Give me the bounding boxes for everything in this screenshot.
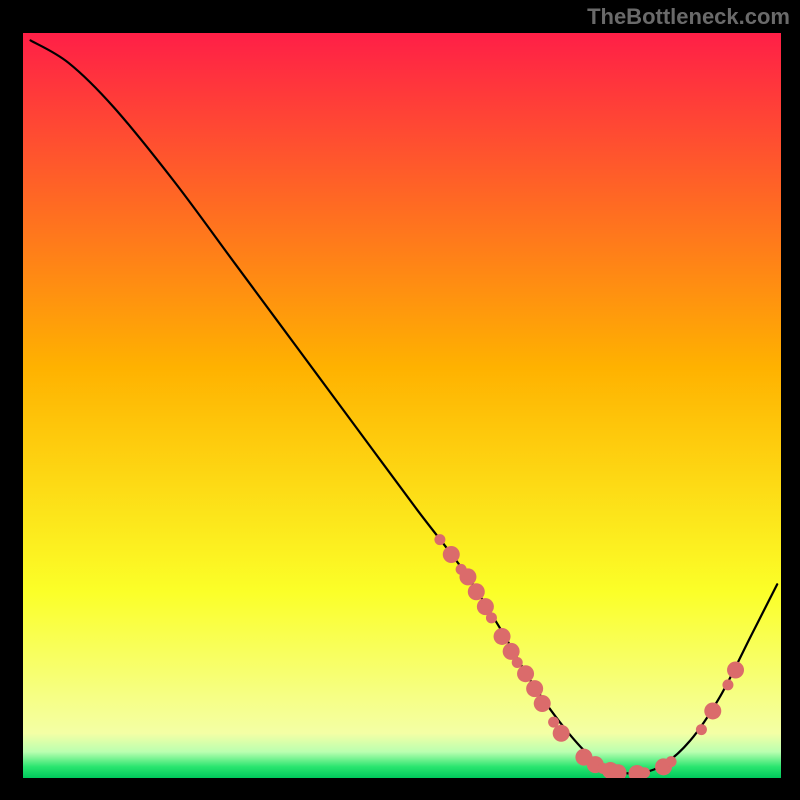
data-marker (512, 657, 523, 668)
watermark-text: TheBottleneck.com (587, 4, 790, 30)
data-marker (704, 702, 721, 719)
data-marker (443, 546, 460, 563)
data-marker (486, 612, 497, 623)
chart-container: { "watermark": "TheBottleneck.com", "cha… (0, 0, 800, 800)
data-marker (494, 628, 511, 645)
data-marker (459, 568, 476, 585)
data-marker (553, 725, 570, 742)
data-marker (722, 679, 733, 690)
data-marker (468, 583, 485, 600)
data-marker (534, 695, 551, 712)
data-marker (639, 767, 650, 778)
chart-svg (0, 0, 800, 800)
data-marker (526, 680, 543, 697)
plot-background (23, 33, 781, 778)
data-marker (610, 764, 627, 781)
data-marker (434, 534, 445, 545)
data-marker (727, 661, 744, 678)
data-marker (517, 665, 534, 682)
data-marker (666, 756, 677, 767)
data-marker (696, 724, 707, 735)
